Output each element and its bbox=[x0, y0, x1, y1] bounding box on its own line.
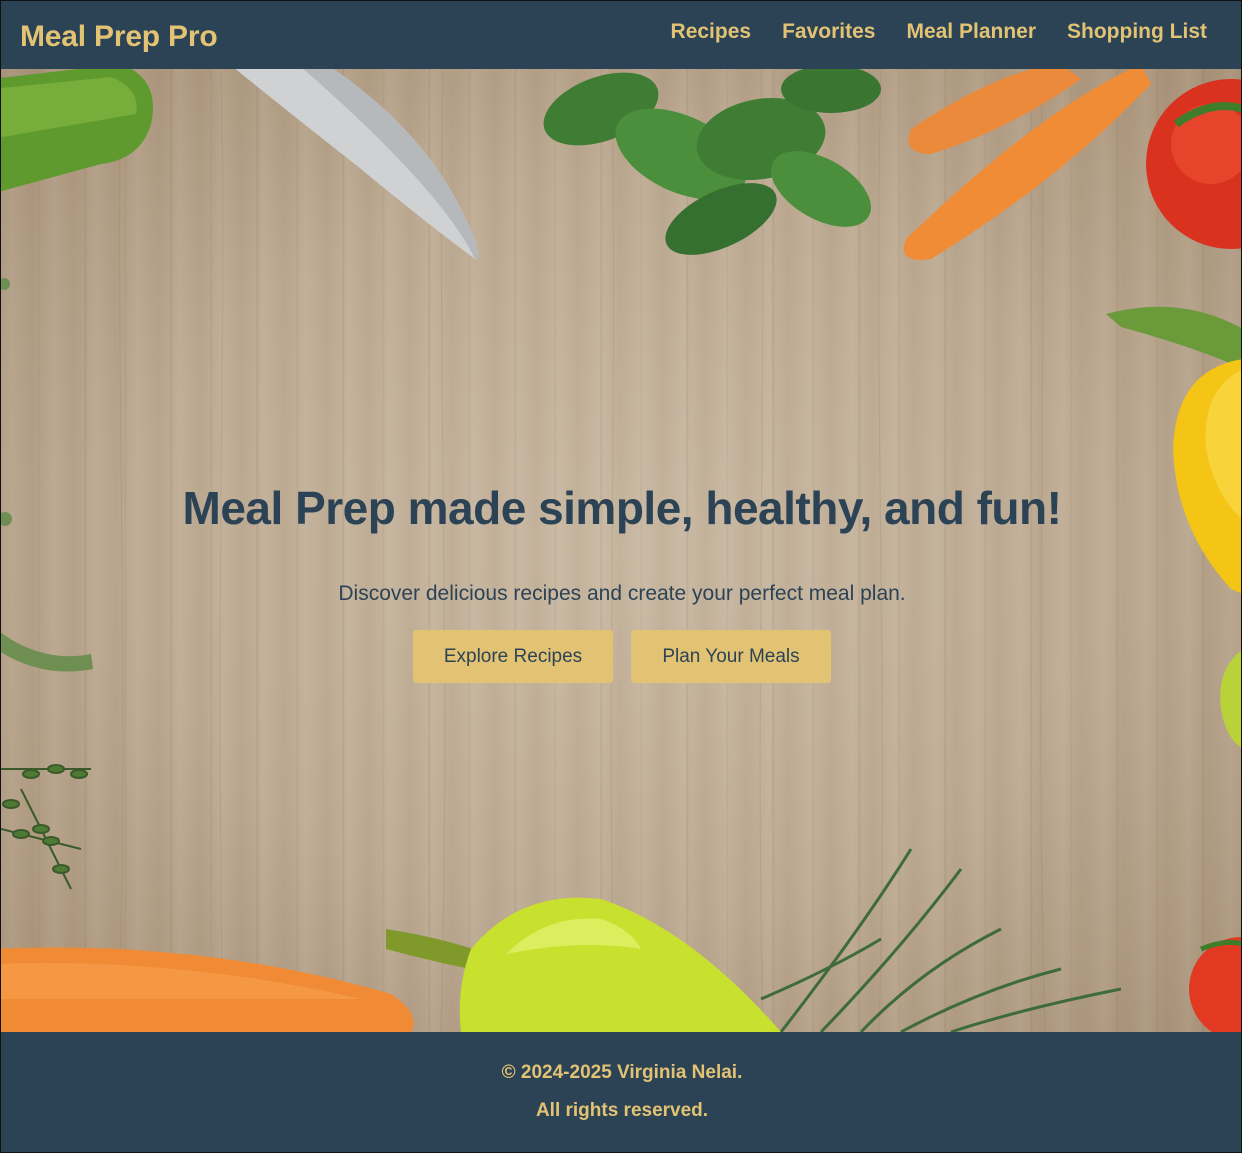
nav-favorites-link[interactable]: Favorites bbox=[782, 20, 875, 44]
copyright-text: © 2024-2025 Virginia Nelai. bbox=[501, 1062, 743, 1083]
hero-content: Meal Prep made simple, healthy, and fun!… bbox=[1, 69, 1241, 1032]
plan-your-meals-button[interactable]: Plan Your Meals bbox=[631, 630, 831, 683]
nav-recipes-link[interactable]: Recipes bbox=[671, 20, 752, 44]
hero-cta-group: Explore Recipes Plan Your Meals bbox=[1, 630, 1241, 683]
brand-logo-link[interactable]: Meal Prep Pro bbox=[20, 20, 218, 54]
rights-text: All rights reserved. bbox=[535, 1100, 709, 1121]
nav-shopping-list-link[interactable]: Shopping List bbox=[1067, 20, 1207, 44]
main-nav: Recipes Favorites Meal Planner Shopping … bbox=[671, 20, 1207, 44]
site-footer: © 2024-2025 Virginia Nelai. All rights r… bbox=[1, 1032, 1241, 1152]
hero-subtitle: Discover delicious recipes and create yo… bbox=[338, 582, 906, 605]
site-header: Meal Prep Pro Recipes Favorites Meal Pla… bbox=[1, 1, 1241, 69]
page: Meal Prep Pro Recipes Favorites Meal Pla… bbox=[0, 0, 1242, 1153]
hero-title: Meal Prep made simple, healthy, and fun! bbox=[182, 482, 1062, 534]
nav-meal-planner-link[interactable]: Meal Planner bbox=[906, 20, 1036, 44]
explore-recipes-button[interactable]: Explore Recipes bbox=[413, 630, 613, 683]
hero-section: Meal Prep made simple, healthy, and fun!… bbox=[1, 69, 1241, 1032]
